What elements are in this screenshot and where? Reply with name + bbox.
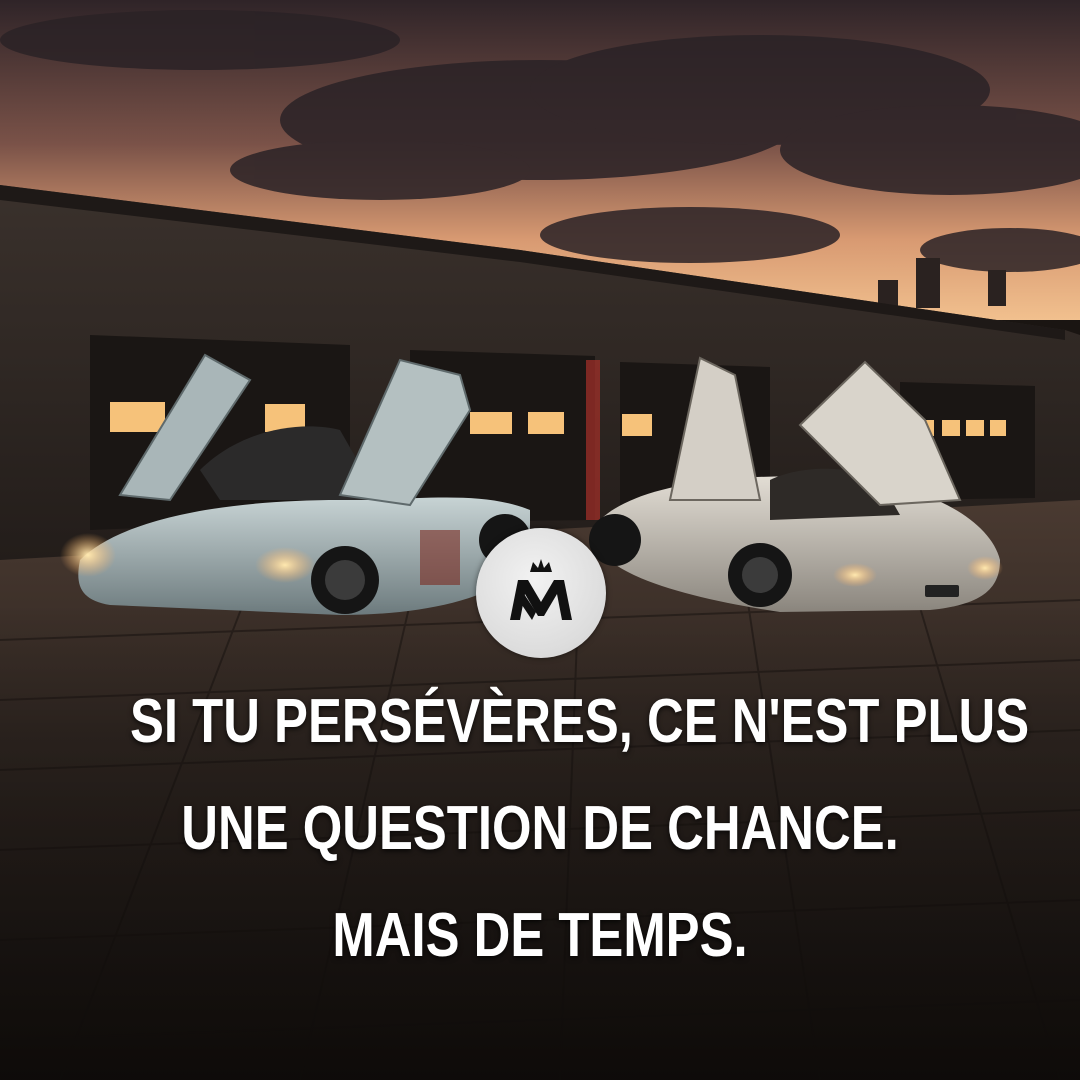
photo-scene: SI TU PERSÉVÈRES, CE N'EST PLUS UNE QUES… <box>0 0 1080 1080</box>
quote-line-3: MAIS DE TEMPS. <box>332 901 748 970</box>
crown-logo-icon <box>510 559 572 620</box>
quote-line-2: UNE QUESTION DE CHANCE. <box>181 794 899 863</box>
quote-line-1: SI TU PERSÉVÈRES, CE N'EST PLUS <box>130 687 1030 756</box>
brand-logo-badge <box>476 528 606 658</box>
quote-text: SI TU PERSÉVÈRES, CE N'EST PLUS UNE QUES… <box>130 668 1030 989</box>
